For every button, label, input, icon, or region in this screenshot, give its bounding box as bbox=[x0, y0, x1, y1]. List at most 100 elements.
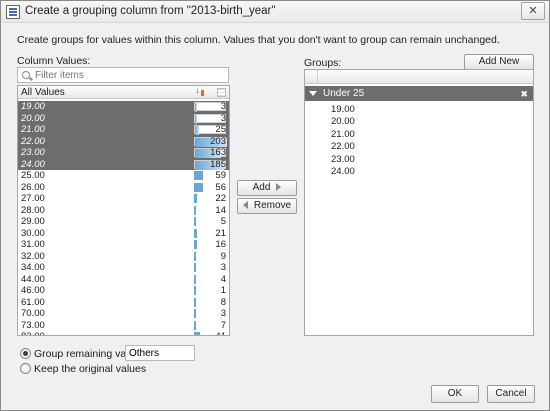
value-row[interactable]: 34.00 3 bbox=[18, 262, 229, 274]
value-row[interactable]: 32.00 9 bbox=[18, 251, 229, 263]
all-values-header[interactable]: All Values bbox=[21, 87, 65, 98]
count-bar bbox=[194, 320, 196, 330]
column-values-list[interactable]: All Values 19.00320.00321.002522.0020323… bbox=[17, 85, 230, 336]
value-count: 22 bbox=[215, 193, 226, 204]
value-count: 3 bbox=[220, 112, 226, 124]
value-label: 46.00 bbox=[21, 285, 45, 296]
value-label: 61.00 bbox=[21, 296, 45, 308]
cancel-button[interactable]: Cancel bbox=[487, 385, 535, 403]
arrow-left-icon bbox=[242, 201, 248, 209]
value-count: 163 bbox=[210, 147, 226, 158]
value-label: 34.00 bbox=[21, 262, 45, 273]
value-label: 30.00 bbox=[21, 227, 45, 239]
group-row[interactable]: Under 25 ✖ bbox=[305, 86, 533, 101]
value-label: 25.00 bbox=[21, 170, 45, 181]
dialog-window: Create a grouping column from "2013-birt… bbox=[0, 0, 550, 411]
value-label: 22.00 bbox=[21, 135, 45, 147]
value-label: 29.00 bbox=[21, 216, 45, 227]
remove-button[interactable]: Remove bbox=[237, 198, 297, 214]
value-count: 56 bbox=[215, 181, 226, 193]
app-icon bbox=[6, 5, 20, 19]
value-count: 9 bbox=[220, 250, 226, 262]
groups-header bbox=[305, 70, 533, 84]
count-bar bbox=[194, 205, 197, 215]
value-label: 20.00 bbox=[21, 112, 45, 124]
arrow-right-icon bbox=[276, 183, 282, 191]
add-new-group-button[interactable]: Add New Group bbox=[464, 54, 534, 81]
value-count: 3 bbox=[220, 101, 226, 112]
ok-button[interactable]: OK bbox=[431, 385, 479, 403]
value-label: 83.00 bbox=[21, 331, 45, 335]
groups-panel[interactable]: Under 25 ✖ 19.00 20.00 21.00 22.00 23.00 24.0… bbox=[304, 69, 534, 336]
count-bar bbox=[194, 240, 197, 249]
value-row[interactable]: 22.00 203 bbox=[18, 135, 229, 147]
count-bar bbox=[194, 182, 203, 192]
group-remaining-radio[interactable] bbox=[20, 348, 31, 359]
value-row[interactable]: 19.00 3 bbox=[18, 101, 229, 113]
others-name-input[interactable] bbox=[125, 345, 195, 361]
title-bar: Create a grouping column from "2013-birt… bbox=[1, 1, 549, 23]
value-row[interactable]: 28.00 14 bbox=[18, 205, 229, 217]
count-bar bbox=[194, 251, 196, 261]
value-label: 23.00 bbox=[21, 147, 45, 158]
add-button[interactable]: Add bbox=[237, 180, 297, 196]
value-row[interactable]: 25.00 59 bbox=[18, 170, 229, 182]
filter-input[interactable] bbox=[35, 69, 225, 81]
value-count: 25 bbox=[215, 124, 226, 135]
sort-by-value-icon[interactable] bbox=[195, 86, 205, 97]
count-bar bbox=[194, 171, 204, 180]
value-row[interactable]: 23.00 163 bbox=[18, 147, 229, 159]
group-member-item[interactable]: 20.00 bbox=[331, 116, 355, 128]
value-row[interactable]: 29.00 5 bbox=[18, 216, 229, 228]
group-member-item[interactable]: 19.00 bbox=[331, 104, 355, 116]
value-label: 24.00 bbox=[21, 158, 45, 170]
value-label: 27.00 bbox=[21, 193, 45, 204]
value-row[interactable]: 26.00 56 bbox=[18, 182, 229, 194]
value-count: 5 bbox=[220, 216, 226, 227]
value-label: 19.00 bbox=[21, 101, 45, 112]
value-row[interactable]: 83.00 41 bbox=[18, 331, 229, 335]
instructions-text: Create groups for values within this col… bbox=[17, 34, 500, 46]
value-row[interactable]: 21.00 25 bbox=[18, 124, 229, 136]
value-label: 32.00 bbox=[21, 250, 45, 262]
value-row[interactable]: 30.00 21 bbox=[18, 228, 229, 240]
window-title: Create a grouping column from "2013-birt… bbox=[25, 5, 276, 17]
value-row[interactable]: 44.00 4 bbox=[18, 274, 229, 286]
keep-original-radio[interactable] bbox=[20, 363, 31, 374]
value-row[interactable]: 61.00 8 bbox=[18, 297, 229, 309]
count-bar bbox=[194, 286, 196, 295]
value-row[interactable]: 24.00 185 bbox=[18, 158, 229, 170]
value-row[interactable]: 27.00 22 bbox=[18, 193, 229, 205]
filter-box[interactable] bbox=[17, 67, 229, 83]
close-button[interactable]: ✕ bbox=[521, 2, 545, 20]
value-count: 185 bbox=[210, 158, 226, 170]
value-count: 59 bbox=[215, 170, 226, 181]
count-bar bbox=[194, 194, 198, 203]
group-member-item[interactable]: 22.00 bbox=[331, 141, 355, 153]
value-count: 7 bbox=[220, 319, 226, 331]
sort-by-count-icon[interactable] bbox=[217, 88, 226, 97]
group-member-item[interactable]: 23.00 bbox=[331, 154, 355, 166]
group-member-item[interactable]: 24.00 bbox=[331, 166, 355, 178]
group-member-item[interactable]: 21.00 bbox=[331, 129, 355, 141]
groups-label: Groups: bbox=[304, 57, 342, 69]
value-row[interactable]: 73.00 7 bbox=[18, 320, 229, 332]
keep-original-label: Keep the original values bbox=[34, 363, 147, 375]
value-count: 203 bbox=[210, 135, 226, 147]
count-bar bbox=[194, 274, 196, 284]
value-count: 14 bbox=[215, 204, 226, 216]
value-row[interactable]: 46.00 1 bbox=[18, 285, 229, 297]
value-row[interactable]: 31.00 16 bbox=[18, 239, 229, 251]
count-bar bbox=[195, 126, 199, 135]
value-count: 16 bbox=[215, 239, 226, 250]
remove-button-label: Remove bbox=[253, 200, 292, 211]
value-row[interactable]: 70.00 3 bbox=[18, 308, 229, 320]
group-name: Under 25 bbox=[323, 88, 365, 99]
count-bar bbox=[194, 263, 196, 272]
expand-icon[interactable] bbox=[309, 91, 317, 96]
count-bar bbox=[195, 114, 197, 124]
search-icon bbox=[22, 71, 30, 79]
delete-group-icon[interactable]: ✖ bbox=[520, 87, 528, 102]
value-row[interactable]: 20.00 3 bbox=[18, 112, 229, 124]
count-bar bbox=[194, 297, 196, 307]
